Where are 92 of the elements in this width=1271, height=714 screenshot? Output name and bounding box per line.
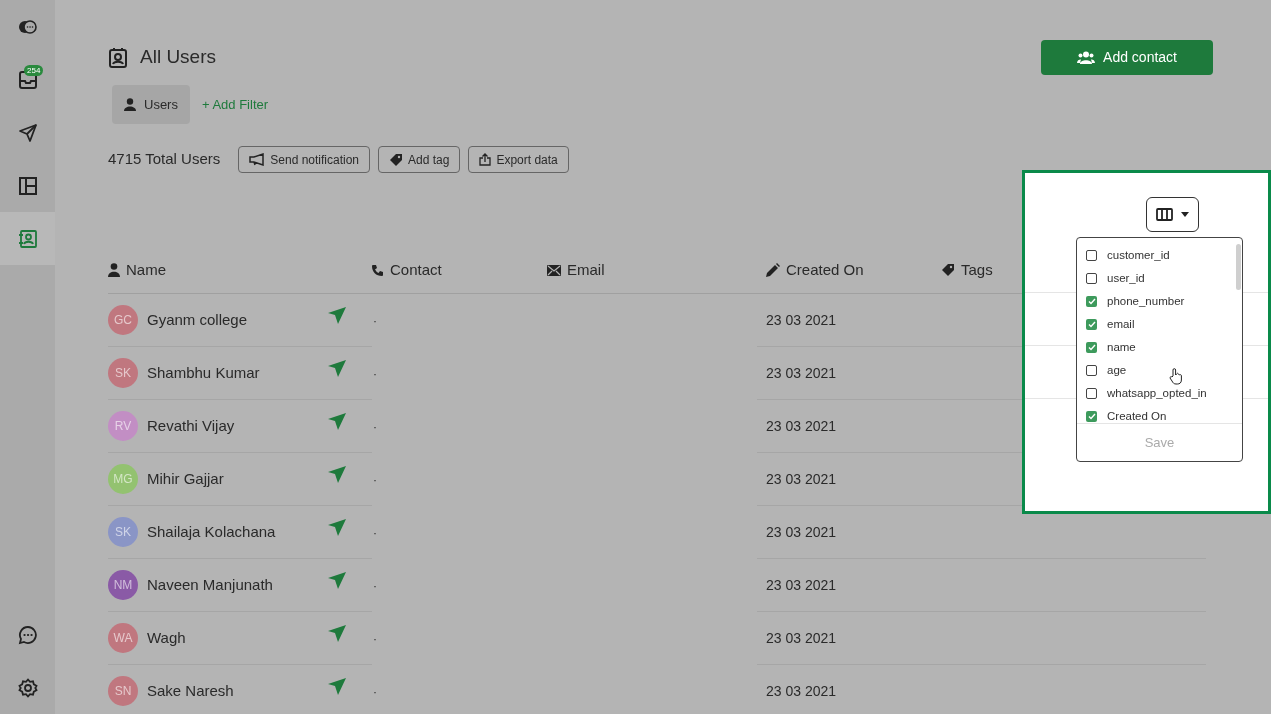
page-title: All Users — [140, 45, 216, 70]
contact-cell-text: · — [372, 630, 378, 648]
tag-icon — [941, 263, 955, 278]
checkbox[interactable] — [1086, 319, 1097, 330]
person-icon — [108, 263, 120, 278]
avatar: WA — [108, 623, 138, 653]
avatar: RV — [108, 411, 138, 441]
created-date: 23 03 2021 — [765, 469, 837, 489]
count-badge: 254 — [24, 65, 44, 76]
phone-icon — [371, 263, 384, 277]
contact-cell-text: · — [372, 365, 378, 383]
contact-book-icon — [17, 228, 38, 249]
user-name: Shailaja Kolachana — [147, 521, 277, 542]
created-date: 23 03 2021 — [765, 681, 837, 701]
paper-plane-icon[interactable] — [328, 359, 346, 377]
checkbox[interactable] — [1086, 388, 1097, 399]
created-date: 23 03 2021 — [765, 310, 837, 330]
action-button[interactable]: Export data — [468, 146, 569, 173]
pencil-icon — [765, 262, 780, 278]
scrollbar[interactable] — [1236, 244, 1241, 290]
caret-icon — [1181, 212, 1189, 217]
column-option[interactable]: email — [1086, 316, 1242, 333]
contact-cell-text: · — [372, 471, 378, 489]
contact-cell-text: · — [372, 683, 378, 701]
paper-plane-icon[interactable] — [328, 571, 346, 589]
checkbox[interactable] — [1086, 250, 1097, 261]
paper-plane-icon[interactable] — [328, 518, 346, 536]
avatar: SK — [108, 358, 138, 388]
hand-cursor-icon — [1169, 368, 1183, 385]
paper-plane-icon — [17, 122, 38, 143]
contact-cell-text: · — [372, 524, 378, 542]
column-header: Tags — [961, 260, 993, 280]
person-icon — [124, 98, 136, 111]
action-button[interactable]: Send notification — [238, 146, 371, 173]
created-date: 23 03 2021 — [765, 416, 837, 436]
created-date: 23 03 2021 — [765, 575, 837, 595]
sidebar-item[interactable]: 254 — [0, 53, 55, 106]
share-icon — [479, 153, 492, 166]
total-users-count: 4715 Total Users — [108, 149, 221, 170]
user-name: Mihir Gajjar — [147, 468, 225, 489]
contact-card-icon — [108, 46, 128, 69]
avatar: NM — [108, 570, 138, 600]
column-option[interactable]: customer_id — [1086, 247, 1242, 264]
created-date: 23 03 2021 — [765, 363, 837, 383]
checkbox[interactable] — [1086, 342, 1097, 353]
user-name: Wagh — [147, 627, 187, 648]
chat-bubbles-icon — [17, 18, 38, 35]
action-button[interactable]: Add tag — [378, 146, 461, 173]
column-option[interactable]: phone_number — [1086, 293, 1242, 310]
paper-plane-icon[interactable] — [328, 306, 346, 324]
user-name: Naveen Manjunath — [147, 574, 274, 595]
paper-plane-icon[interactable] — [328, 677, 346, 695]
column-option[interactable]: Created On — [1086, 408, 1242, 423]
add-contact-button[interactable]: Add contact — [1041, 40, 1213, 75]
checkbox[interactable] — [1086, 296, 1097, 307]
megaphone-icon — [249, 153, 266, 166]
contact-cell-text: · — [372, 312, 378, 330]
paper-plane-icon[interactable] — [328, 624, 346, 642]
paper-plane-icon[interactable] — [328, 412, 346, 430]
column-header: Contact — [390, 260, 442, 280]
user-name: Gyanm college — [147, 309, 249, 330]
envelope-icon — [547, 264, 561, 276]
avatar: GC — [108, 305, 138, 335]
avatar: MG — [108, 464, 138, 494]
user-name: Shambhu Kumar — [147, 362, 261, 383]
user-name: Sake Naresh — [147, 680, 235, 701]
column-option[interactable]: user_id — [1086, 270, 1242, 287]
chat-icon — [17, 624, 38, 645]
users-segment-tab[interactable]: Users — [112, 85, 190, 124]
users-icon — [1077, 51, 1096, 64]
contact-cell-text: · — [372, 577, 378, 595]
layout-icon — [17, 175, 38, 196]
avatar: SK — [108, 517, 138, 547]
settings-icon — [17, 677, 38, 698]
column-header: Name — [126, 260, 166, 280]
checkbox[interactable] — [1086, 411, 1097, 422]
checkbox[interactable] — [1086, 365, 1097, 376]
column-option[interactable]: whatsapp_opted_in — [1086, 385, 1242, 402]
checkbox[interactable] — [1086, 273, 1097, 284]
user-name: Revathi Vijay — [147, 415, 236, 436]
columns-icon — [1156, 208, 1173, 221]
avatar: SN — [108, 676, 138, 706]
column-header: Created On — [786, 260, 864, 280]
created-date: 23 03 2021 — [765, 628, 837, 648]
created-date: 23 03 2021 — [765, 522, 837, 542]
column-header: Email — [567, 260, 605, 280]
column-toggle-button[interactable] — [1146, 197, 1199, 232]
tag-icon — [389, 152, 404, 167]
contact-cell-text: · — [372, 418, 378, 436]
column-option[interactable]: age — [1086, 362, 1242, 379]
column-option[interactable]: name — [1086, 339, 1242, 356]
paper-plane-icon[interactable] — [328, 465, 346, 483]
